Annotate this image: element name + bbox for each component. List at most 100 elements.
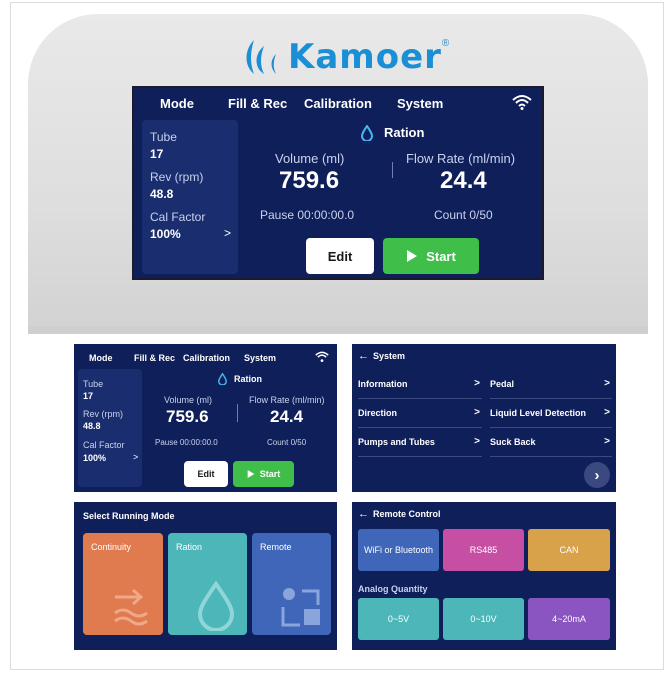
menu-item-pedal-label: Pedal (490, 379, 515, 389)
parameter-sidebar[interactable]: Tube 17 Rev (rpm) 48.8 Cal Factor 100% > (142, 120, 238, 274)
thumb-nav-system[interactable]: System (244, 353, 276, 363)
waves-arrow-icon (114, 588, 148, 626)
flow-rate-label: Flow Rate (ml/min) (406, 151, 516, 166)
remote-control-title: Remote Control (373, 509, 441, 519)
analog-quantity-label: Analog Quantity (358, 584, 428, 594)
nav-fill-rec[interactable]: Fill & Rec (228, 96, 287, 111)
chevron-right-icon: > (604, 436, 610, 447)
thumb-volume-value: 759.6 (166, 407, 209, 426)
mode-select-title: Select Running Mode (83, 511, 175, 521)
thumb-start-button[interactable]: Start (233, 461, 294, 487)
thumb-tube-label: Tube (83, 379, 104, 389)
thumb-cal-factor-value: 100% (83, 453, 107, 463)
count-readout: Count 0/50 (434, 208, 493, 222)
mode-tile-remote-label: Remote (260, 542, 292, 552)
thumb-metric-divider (237, 404, 238, 422)
edit-button-label: Edit (327, 248, 353, 264)
menu-item-suck-back[interactable]: Suck Back > (490, 428, 612, 457)
analog-option-0-5v-label: 0~5V (387, 614, 410, 624)
thumb-tube-value: 17 (83, 391, 94, 401)
menu-item-pumps-tubes[interactable]: Pumps and Tubes > (358, 428, 482, 457)
mode-tile-remote[interactable]: Remote (252, 533, 331, 635)
thumb-nav-calibration[interactable]: Calibration (183, 353, 230, 363)
thumb-mode-title: Ration (234, 374, 262, 384)
nav-calibration[interactable]: Calibration (304, 96, 372, 111)
back-arrow-icon[interactable]: ← (358, 350, 369, 362)
flow-rate-value: 24.4 (440, 167, 487, 194)
pause-timer: Pause 00:00:00.0 (260, 208, 355, 222)
droplet-icon (361, 125, 373, 141)
menu-item-suck-back-label: Suck Back (490, 437, 536, 447)
thumb-nav-fill-rec[interactable]: Fill & Rec (134, 353, 175, 363)
menu-item-information[interactable]: Information > (358, 370, 482, 399)
play-icon (407, 250, 418, 262)
remote-option-wifi-bluetooth[interactable]: WiFi or Bluetooth (358, 529, 439, 571)
menu-item-pumps-tubes-label: Pumps and Tubes (358, 437, 435, 447)
wifi-icon[interactable] (512, 94, 532, 110)
menu-item-pedal[interactable]: Pedal > (490, 370, 612, 399)
mode-tile-continuity[interactable]: Continuity (83, 533, 163, 635)
tube-label: Tube (150, 130, 177, 144)
thumb-play-icon (247, 470, 255, 478)
volume-label: Volume (ml) (275, 151, 345, 166)
thumb-edit-button-label: Edit (197, 469, 215, 479)
remote-option-rs485[interactable]: RS485 (443, 529, 524, 571)
thumb-nav-mode[interactable]: Mode (89, 353, 113, 363)
remote-option-can-label: CAN (559, 545, 579, 555)
chevron-right-icon: > (224, 226, 232, 240)
thumb-droplet-icon (218, 373, 227, 385)
analog-option-0-10v[interactable]: 0~10V (443, 598, 524, 640)
menu-item-direction[interactable]: Direction > (358, 399, 482, 428)
remote-option-can[interactable]: CAN (528, 529, 610, 571)
analog-option-0-5v[interactable]: 0~5V (358, 598, 439, 640)
trademark-mark: ® (441, 37, 450, 49)
main-touchscreen: Mode Fill & Rec Calibration System Tube … (132, 86, 544, 280)
analog-option-4-20ma[interactable]: 4~20mA (528, 598, 610, 640)
chevron-right-icon: > (604, 407, 610, 418)
volume-value: 759.6 (279, 167, 340, 194)
device-edge (28, 326, 648, 334)
thumb-rev-label: Rev (rpm) (83, 409, 123, 419)
thumb-cal-factor-label: Cal Factor (83, 440, 125, 450)
menu-item-direction-label: Direction (358, 408, 398, 418)
start-button[interactable]: Start (383, 238, 479, 274)
thumb-count-readout: Count 0/50 (267, 438, 307, 447)
chevron-right-icon: > (474, 407, 480, 418)
mode-title: Ration (384, 125, 425, 140)
menu-item-information-label: Information (358, 379, 408, 389)
rev-value: 48.8 (150, 187, 174, 201)
thumb-wifi-icon[interactable] (315, 351, 329, 362)
start-button-label: Start (426, 248, 456, 264)
brand-logo: Kamoer ® (240, 36, 449, 78)
mode-tile-continuity-label: Continuity (91, 542, 132, 552)
thumb-rev-value: 48.8 (83, 421, 101, 431)
thumb-pause-timer: Pause 00:00:00.0 (155, 438, 218, 447)
metric-divider (392, 162, 393, 178)
menu-item-liquid-level[interactable]: Liquid Level Detection > (490, 399, 612, 428)
main-screen-thumbnail: Mode Fill & Rec Calibration System Tube … (74, 344, 337, 492)
kamoer-logo-icon (246, 40, 276, 74)
thumb-start-button-label: Start (259, 469, 281, 479)
mode-select-panel: Select Running Mode Continuity Ration Re… (74, 502, 337, 650)
thumb-edit-button[interactable]: Edit (184, 461, 228, 487)
cal-factor-value: 100% (150, 227, 181, 241)
nav-mode[interactable]: Mode (160, 96, 194, 111)
thumb-parameter-sidebar[interactable]: Tube 17 Rev (rpm) 48.8 Cal Factor 100% > (78, 369, 142, 487)
thumb-flow-rate-label: Flow Rate (ml/min) (249, 395, 325, 405)
droplet-icon (197, 581, 235, 631)
tube-value: 17 (150, 147, 164, 161)
edit-button[interactable]: Edit (306, 238, 374, 274)
chevron-right-icon: > (474, 378, 480, 389)
remote-icon (281, 588, 320, 627)
analog-option-0-10v-label: 0~10V (470, 614, 497, 624)
thumb-volume-label: Volume (ml) (164, 395, 213, 405)
back-arrow-icon[interactable]: ← (358, 508, 369, 520)
remote-option-rs485-label: RS485 (469, 545, 498, 555)
mode-tile-ration[interactable]: Ration (168, 533, 247, 635)
main-nav: Mode Fill & Rec Calibration System (134, 88, 542, 118)
next-page-button[interactable]: › (584, 462, 610, 488)
nav-system[interactable]: System (397, 96, 443, 111)
menu-item-liquid-level-label: Liquid Level Detection (490, 408, 587, 418)
chevron-right-icon: > (474, 436, 480, 447)
mode-tile-ration-label: Ration (176, 542, 203, 552)
